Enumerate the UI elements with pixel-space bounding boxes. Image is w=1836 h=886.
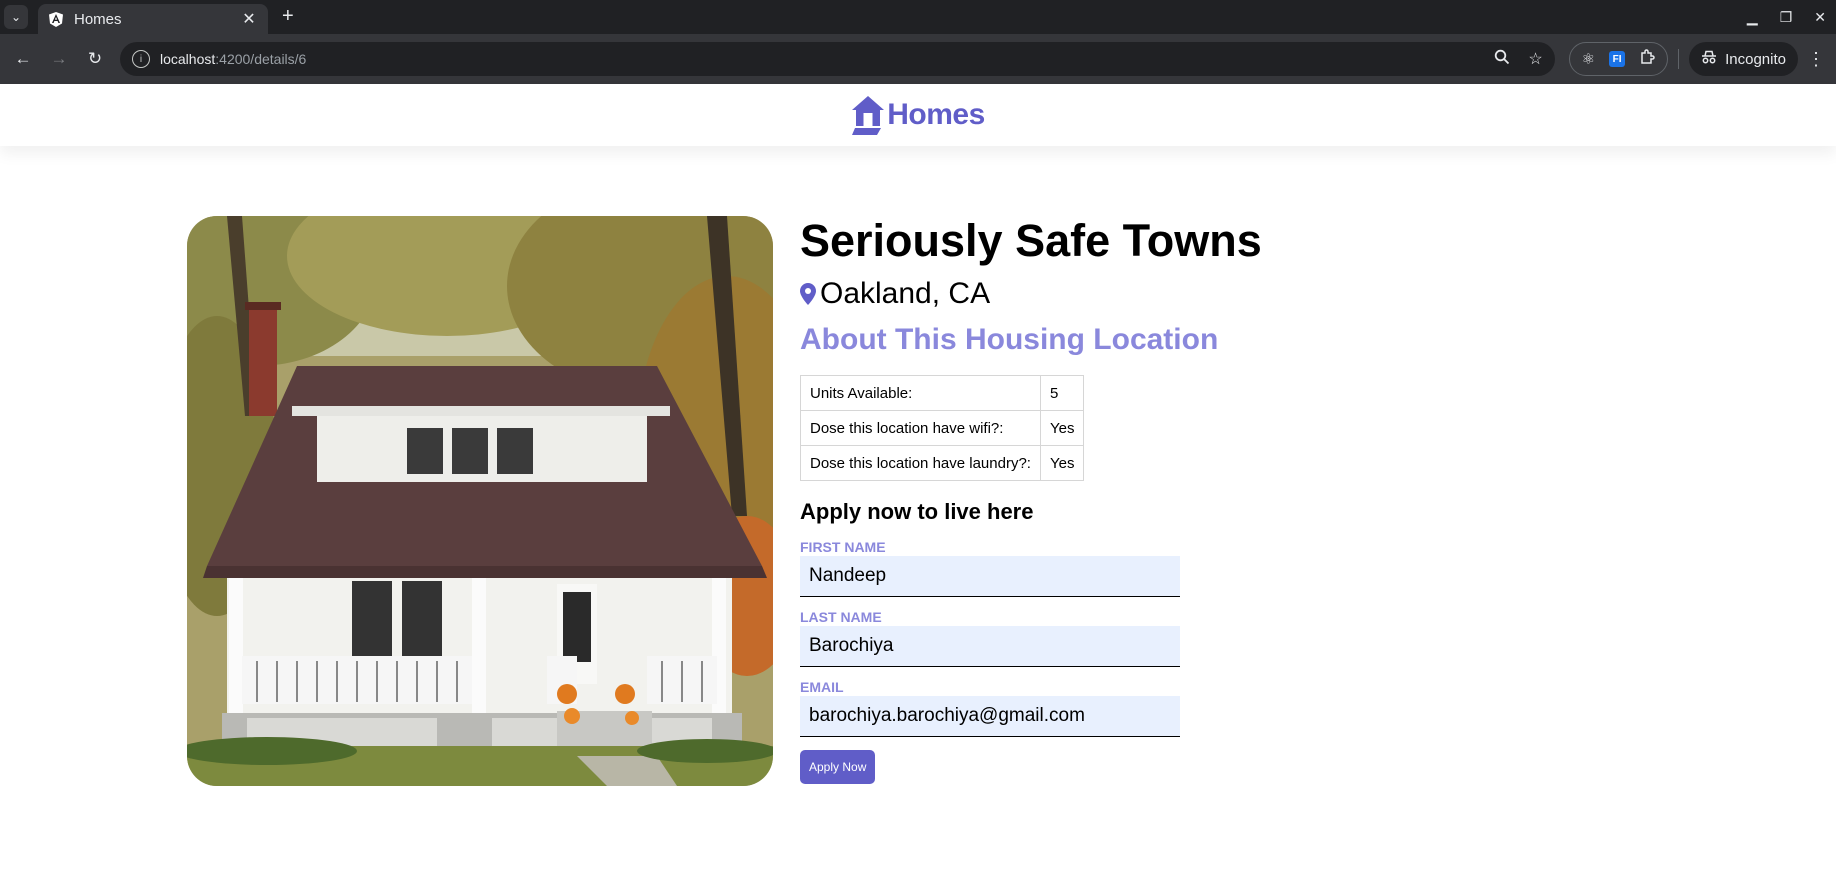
table-row: Units Available: 5 xyxy=(800,375,1085,411)
incognito-icon xyxy=(1701,50,1717,68)
feature-label: Dose this location have laundry?: xyxy=(800,445,1041,481)
apply-now-button[interactable]: Apply Now xyxy=(800,750,876,784)
features-table: Units Available: 5 Dose this location ha… xyxy=(800,375,1085,481)
first-name-label: FIRST NAME xyxy=(800,539,886,555)
app-header: Homes xyxy=(0,84,1836,146)
reload-icon[interactable]: ↻ xyxy=(80,44,110,74)
location-pin-icon xyxy=(800,283,816,305)
last-name-field[interactable]: Barochiya xyxy=(800,626,1180,667)
tab-title: Homes xyxy=(74,10,122,28)
incognito-indicator[interactable]: Incognito xyxy=(1689,42,1798,76)
tab-close-icon[interactable]: ✕ xyxy=(240,9,258,29)
feature-label: Units Available: xyxy=(800,375,1041,411)
site-info-icon[interactable]: i xyxy=(132,50,150,68)
browser-toolbar: ← → ↻ i localhost:4200/details/6 ☆ ⚛ FI … xyxy=(0,34,1836,84)
feature-value: 5 xyxy=(1039,375,1085,411)
apply-heading: Apply now to live here xyxy=(800,499,1034,524)
zoom-icon[interactable] xyxy=(1494,49,1510,70)
address-bar[interactable]: i localhost:4200/details/6 ☆ xyxy=(120,42,1555,76)
listing-location: Oakland, CA xyxy=(800,277,1500,311)
logo-text: Homes xyxy=(887,98,985,131)
extensions-group: ⚛ FI xyxy=(1568,42,1669,76)
extensions-puzzle-icon[interactable] xyxy=(1639,49,1655,69)
brand-logo[interactable]: Homes xyxy=(851,95,985,135)
toolbar-divider xyxy=(1678,49,1680,69)
about-heading: About This Housing Location xyxy=(800,323,1219,356)
feature-label: Dose this location have wifi?: xyxy=(800,410,1041,446)
details-page: Seriously Safe Towns Oakland, CA About T… xyxy=(0,146,1836,806)
table-row: Dose this location have laundry?: Yes xyxy=(800,445,1085,481)
table-row: Dose this location have wifi?: Yes xyxy=(800,410,1085,446)
first-name-field[interactable]: Nandeep xyxy=(800,556,1180,597)
email-field[interactable]: barochiya.barochiya@gmail.com xyxy=(800,696,1180,737)
react-devtools-icon[interactable]: ⚛ xyxy=(1582,50,1595,68)
incognito-label: Incognito xyxy=(1725,50,1786,68)
feature-value: Yes xyxy=(1039,445,1085,481)
angular-favicon-icon xyxy=(48,11,64,27)
new-tab-icon[interactable]: + xyxy=(282,5,294,28)
listing-title: Seriously Safe Towns xyxy=(800,215,1262,266)
bookmark-star-icon[interactable]: ☆ xyxy=(1528,49,1542,69)
url-path: :4200/details/6 xyxy=(215,51,307,67)
last-name-label: LAST NAME xyxy=(800,609,882,625)
browser-tab[interactable]: Homes ✕ xyxy=(38,4,268,34)
listing-photo xyxy=(187,216,773,786)
tab-search-chevron-icon[interactable]: ⌄ xyxy=(4,5,28,29)
feature-value: Yes xyxy=(1039,410,1085,446)
house-logo-icon xyxy=(852,96,885,135)
fi-extension-icon[interactable]: FI xyxy=(1609,51,1626,67)
location-text: Oakland, CA xyxy=(820,277,991,310)
browser-menu-icon[interactable]: ⋮ xyxy=(1804,49,1828,70)
browser-tab-strip: ⌄ Homes ✕ + ▁ ❐ ✕ xyxy=(0,0,1836,34)
email-label: EMAIL xyxy=(800,679,844,695)
minimize-icon[interactable]: ▁ xyxy=(1747,9,1758,26)
listing-details: Seriously Safe Towns Oakland, CA About T… xyxy=(800,216,1500,784)
apply-form: FIRST NAME Nandeep LAST NAME Barochiya E… xyxy=(800,539,1500,784)
back-icon[interactable]: ← xyxy=(8,44,38,74)
window-controls: ▁ ❐ ✕ xyxy=(1747,0,1836,34)
restore-icon[interactable]: ❐ xyxy=(1780,9,1793,26)
close-window-icon[interactable]: ✕ xyxy=(1814,9,1826,26)
forward-icon[interactable]: → xyxy=(44,44,74,74)
url-host: localhost xyxy=(160,51,216,67)
